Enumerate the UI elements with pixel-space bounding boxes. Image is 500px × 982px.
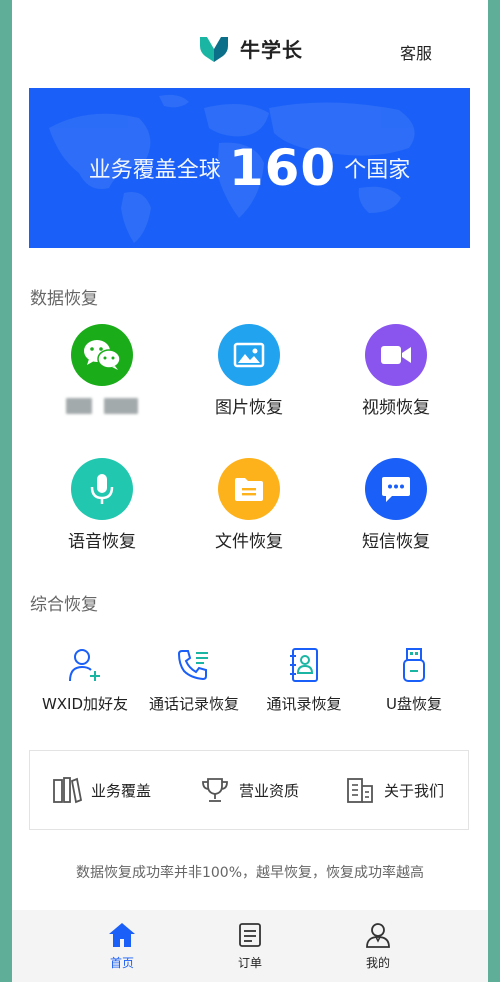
usb-drive-icon xyxy=(354,645,474,685)
info-links-box: 业务覆盖 营业资质 关于我们 xyxy=(29,750,469,830)
wxid-add-friend-label: WXID加好友 xyxy=(41,695,129,713)
usb-drive-recovery-item[interactable]: U盘恢复 xyxy=(354,645,474,714)
home-icon xyxy=(109,923,135,947)
tab-orders-label: 订单 xyxy=(237,956,262,970)
section-title-combined-recovery: 综合恢复 xyxy=(30,595,98,615)
tab-profile-label: 我的 xyxy=(365,956,390,970)
business-qualification-label: 营业资质 xyxy=(239,781,300,800)
voice-recovery-label: 语音恢复 xyxy=(68,532,136,552)
image-recovery-item[interactable]: 图片恢复 xyxy=(189,324,309,420)
wxid-add-friend-item[interactable]: WXID加好友 xyxy=(25,645,145,714)
banner-suffix-text: 个国家 xyxy=(344,158,411,183)
brand: 牛学长 xyxy=(198,32,303,64)
wechat-icon xyxy=(71,324,133,386)
image-icon xyxy=(218,324,280,386)
tab-orders[interactable]: 订单 xyxy=(210,922,290,971)
message-icon xyxy=(365,458,427,520)
about-us-label: 关于我们 xyxy=(384,781,445,800)
success-rate-disclaimer: 数据恢复成功率并非100%，越早恢复，恢复成功率越高 xyxy=(75,865,425,881)
app-frame: 牛学长 客服 业务覆盖全球 160 个国家 数据恢复 图片恢复 视频恢复 语音恢… xyxy=(12,0,488,982)
business-coverage-link[interactable]: 业务覆盖 xyxy=(52,751,151,829)
tab-home-label: 首页 xyxy=(109,956,134,970)
contacts-recovery-label: 通讯录恢复 xyxy=(266,695,342,713)
wechat-recovery-item[interactable] xyxy=(42,324,162,416)
about-us-link[interactable]: 关于我们 xyxy=(345,751,444,829)
banner-country-count: 160 xyxy=(228,139,337,197)
banner-headline: 业务覆盖全球 160 个国家 xyxy=(29,88,470,248)
file-recovery-label: 文件恢复 xyxy=(215,532,283,552)
video-recovery-item[interactable]: 视频恢复 xyxy=(336,324,456,420)
shield-logo-icon xyxy=(200,37,228,62)
header: 牛学长 客服 xyxy=(12,0,488,88)
bottom-tab-bar: 首页 订单 我的 xyxy=(12,910,488,982)
trophy-icon xyxy=(202,778,228,802)
business-qualification-link[interactable]: 营业资质 xyxy=(200,751,299,829)
sms-recovery-item[interactable]: 短信恢复 xyxy=(336,458,456,554)
phone-log-icon xyxy=(134,645,254,685)
voice-recovery-item[interactable]: 语音恢复 xyxy=(42,458,162,554)
section-title-data-recovery: 数据恢复 xyxy=(30,289,98,309)
contacts-icon xyxy=(244,645,364,685)
profile-icon xyxy=(366,923,390,948)
app-title: 牛学长 xyxy=(240,37,303,62)
orders-icon xyxy=(239,923,261,947)
microphone-icon xyxy=(71,458,133,520)
building-icon xyxy=(347,778,373,803)
business-coverage-label: 业务覆盖 xyxy=(91,781,152,800)
video-recovery-label: 视频恢复 xyxy=(362,398,430,418)
add-friend-icon xyxy=(25,645,145,685)
contacts-recovery-item[interactable]: 通讯录恢复 xyxy=(244,645,364,714)
file-recovery-item[interactable]: 文件恢复 xyxy=(189,458,309,554)
hero-banner[interactable]: 业务覆盖全球 160 个国家 xyxy=(29,88,470,248)
books-icon xyxy=(53,777,82,804)
usb-drive-recovery-label: U盘恢复 xyxy=(386,695,442,713)
video-icon xyxy=(365,324,427,386)
wechat-recovery-label-redacted xyxy=(42,398,162,416)
customer-service-button[interactable]: 客服 xyxy=(400,40,432,64)
folder-icon xyxy=(218,458,280,520)
tab-profile[interactable]: 我的 xyxy=(338,922,418,971)
tab-home[interactable]: 首页 xyxy=(82,922,162,971)
call-log-recovery-label: 通话记录恢复 xyxy=(148,695,239,713)
call-log-recovery-item[interactable]: 通话记录恢复 xyxy=(134,645,254,714)
sms-recovery-label: 短信恢复 xyxy=(362,532,430,552)
image-recovery-label: 图片恢复 xyxy=(215,398,283,418)
banner-prefix-text: 业务覆盖全球 xyxy=(88,158,221,183)
